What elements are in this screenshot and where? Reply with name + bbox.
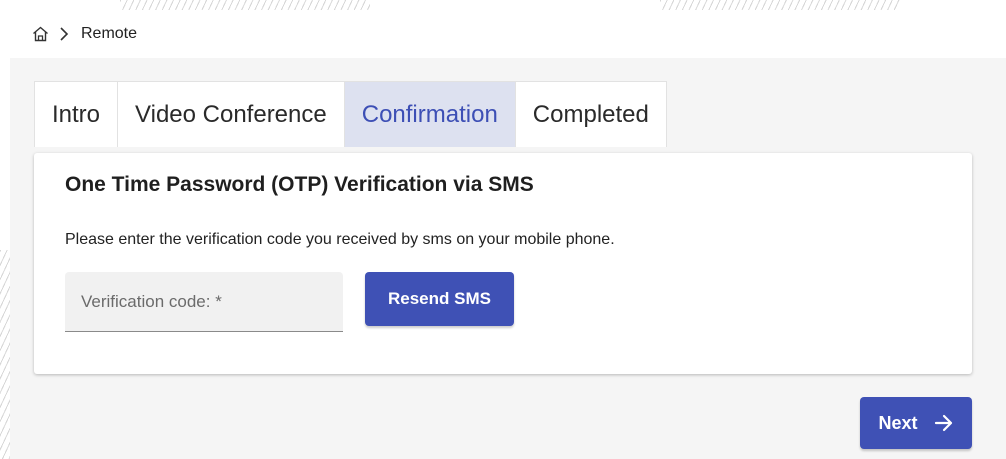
otp-card: One Time Password (OTP) Verification via… (34, 153, 972, 374)
resend-sms-button[interactable]: Resend SMS (365, 272, 514, 326)
background-pattern (660, 0, 900, 10)
next-label: Next (878, 412, 918, 433)
chevron-right-icon (59, 26, 69, 42)
main-content: Intro Video Conference Confirmation Comp… (10, 58, 1006, 459)
tab-video-conference[interactable]: Video Conference (118, 82, 345, 147)
tab-confirmation[interactable]: Confirmation (344, 82, 516, 147)
background-pattern (120, 0, 370, 10)
verification-code-input[interactable] (65, 272, 343, 331)
breadcrumb-current: Remote (81, 25, 138, 42)
card-title: One Time Password (OTP) Verification via… (65, 173, 534, 196)
tab-completed[interactable]: Completed (516, 82, 666, 147)
background-pattern (0, 250, 10, 459)
verification-code-field[interactable] (65, 272, 343, 332)
next-button[interactable]: Next (860, 397, 972, 449)
step-tabs: Intro Video Conference Confirmation Comp… (34, 81, 667, 147)
arrow-right-icon (934, 414, 952, 432)
home-icon[interactable] (32, 26, 49, 42)
tab-intro[interactable]: Intro (35, 82, 119, 147)
card-description: Please enter the verification code you r… (65, 231, 615, 248)
breadcrumb: Remote (32, 25, 137, 43)
breadcrumb-bar: Remote (10, 10, 1006, 58)
